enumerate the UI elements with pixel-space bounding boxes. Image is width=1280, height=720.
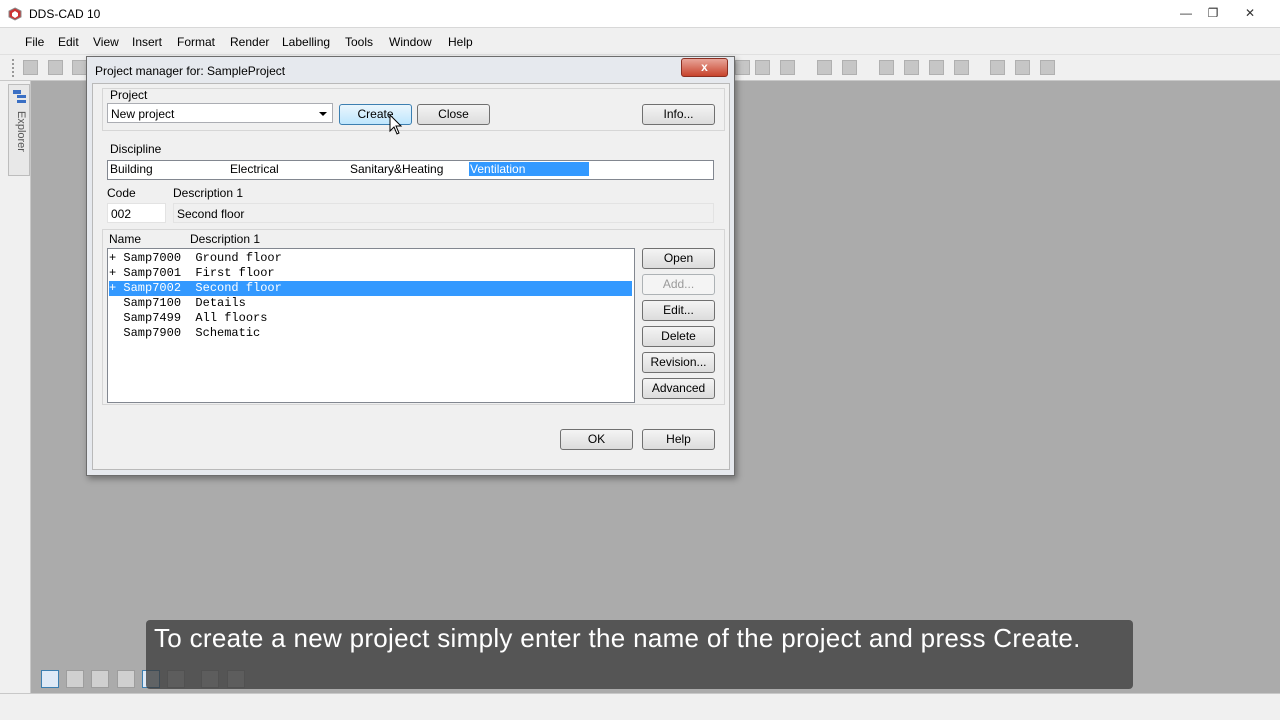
code-label: Code <box>107 186 136 200</box>
snap-icon[interactable] <box>41 670 59 688</box>
minimize-button[interactable]: — <box>1174 3 1198 21</box>
explorer-tab[interactable]: Explorer <box>8 84 30 176</box>
project-combobox-value: New project <box>111 107 175 121</box>
menu-edit[interactable]: Edit <box>58 35 79 49</box>
new-file-icon[interactable] <box>23 60 38 75</box>
table-icon[interactable] <box>1040 60 1055 75</box>
description-label: Description 1 <box>173 186 244 200</box>
menu-file[interactable]: File <box>25 35 44 49</box>
discipline-electrical[interactable]: Electrical <box>229 162 347 176</box>
drawing-row-selected[interactable]: + Samp7002 Second floor <box>109 281 632 296</box>
menu-format[interactable]: Format <box>177 35 215 49</box>
list-description-header: Description 1 <box>190 232 261 246</box>
drawing-row[interactable]: + Samp7000 Ground floor <box>109 251 632 266</box>
open-button[interactable]: Open <box>642 248 715 269</box>
discipline-building[interactable]: Building <box>109 162 227 176</box>
drawing-row[interactable]: + Samp7001 First floor <box>109 266 632 281</box>
tree-icon[interactable] <box>904 60 919 75</box>
menu-insert[interactable]: Insert <box>132 35 162 49</box>
project-manager-dialog: Project manager for: SampleProject x Pro… <box>86 56 735 476</box>
menu-labelling[interactable]: Labelling <box>282 35 330 49</box>
restore-button[interactable]: ❐ <box>1201 3 1225 21</box>
dialog-close-button[interactable]: x <box>681 58 728 77</box>
menu-view[interactable]: View <box>93 35 119 49</box>
drawing-row[interactable]: Samp7499 All floors <box>109 311 632 326</box>
explorer-tree-icon <box>13 90 26 103</box>
project-label: Project <box>110 88 148 102</box>
chevron-down-icon[interactable] <box>319 112 327 116</box>
layout-icon[interactable] <box>755 60 770 75</box>
tool-icon[interactable] <box>735 60 750 75</box>
code-value: 002 <box>111 207 132 221</box>
info-button[interactable]: Info... <box>642 104 715 125</box>
app-title: DDS-CAD 10 <box>29 7 101 21</box>
discipline-tabs: Building Electrical Sanitary&Heating Ven… <box>107 160 714 180</box>
add-button[interactable]: Add... <box>642 274 715 295</box>
description-field[interactable]: Second floor <box>173 203 714 223</box>
menu-render[interactable]: Render <box>230 35 269 49</box>
menu-window[interactable]: Window <box>389 35 432 49</box>
menu-tools[interactable]: Tools <box>345 35 373 49</box>
dialog-body: Project New project Create Close Info...… <box>92 83 730 470</box>
description-value: Second floor <box>177 207 245 221</box>
project-combobox[interactable]: New project <box>107 103 333 123</box>
text-icon[interactable] <box>990 60 1005 75</box>
window-close-button[interactable]: ✕ <box>1238 3 1262 21</box>
library-icon[interactable] <box>842 60 857 75</box>
shape-icon[interactable] <box>954 60 969 75</box>
dialog-title: Project manager for: SampleProject <box>95 64 286 78</box>
dds-cad-logo-icon <box>8 7 22 21</box>
discipline-ventilation[interactable]: Ventilation <box>469 162 589 176</box>
drawings-listbox[interactable]: + Samp7000 Ground floor + Samp7001 First… <box>107 248 635 403</box>
menu-help[interactable]: Help <box>448 35 473 49</box>
walk-icon[interactable] <box>929 60 944 75</box>
grid-icon[interactable] <box>66 670 84 688</box>
sheet-icon[interactable] <box>780 60 795 75</box>
save-icon[interactable] <box>48 60 63 75</box>
status-bar <box>0 693 1280 720</box>
drawing-row[interactable]: Samp7100 Details <box>109 296 632 311</box>
discipline-label: Discipline <box>110 142 162 156</box>
app-titlebar: DDS-CAD 10 — ❐ ✕ <box>0 0 1280 28</box>
edit-button[interactable]: Edit... <box>642 300 715 321</box>
discipline-sanitary-heating[interactable]: Sanitary&Heating <box>349 162 467 176</box>
ortho-icon[interactable] <box>91 670 109 688</box>
advanced-button[interactable]: Advanced <box>642 378 715 399</box>
toolbar-grip[interactable] <box>12 59 15 77</box>
close-button[interactable]: Close <box>417 104 490 125</box>
drawing-row[interactable]: Samp7900 Schematic <box>109 326 632 341</box>
revision-button[interactable]: Revision... <box>642 352 715 373</box>
label-icon[interactable] <box>1015 60 1030 75</box>
menu-bar: File Edit View Insert Format Render Labe… <box>0 28 1280 55</box>
code-field[interactable]: 002 <box>107 203 166 223</box>
caption-text: To create a new project simply enter the… <box>154 623 1081 653</box>
explorer-label: Explorer <box>15 111 27 152</box>
caption-overlay: To create a new project simply enter the… <box>146 620 1133 689</box>
list-name-header: Name <box>109 232 142 246</box>
help-button[interactable]: Help <box>642 429 715 450</box>
ok-button[interactable]: OK <box>560 429 633 450</box>
layer-icon[interactable] <box>117 670 135 688</box>
delete-button[interactable]: Delete <box>642 326 715 347</box>
folder-icon[interactable] <box>879 60 894 75</box>
mouse-pointer-icon <box>389 114 403 135</box>
print-icon[interactable] <box>72 60 87 75</box>
symbol-icon[interactable] <box>817 60 832 75</box>
